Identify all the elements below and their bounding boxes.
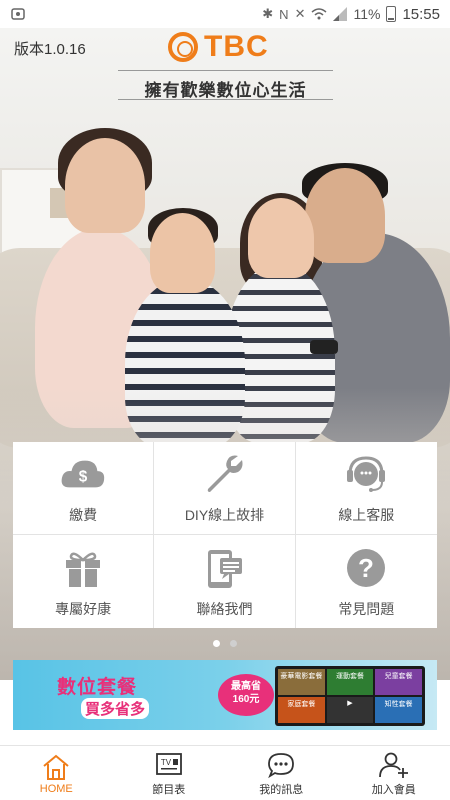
service-menu: $ 繳費 DIY線上故排 線上客服 專屬好康 聯絡我們 ? 常見問題: [13, 442, 437, 628]
menu-item-pay[interactable]: $ 繳費: [13, 442, 155, 535]
menu-label-faq: 常見問題: [338, 600, 395, 617]
bottom-nav: HOME TV 節目表 我的訊息 加入會員: [0, 745, 450, 800]
tv-guide-icon: TV: [153, 750, 185, 780]
pager-dot-1[interactable]: [213, 640, 220, 647]
app-version: 版本1.0.16: [14, 41, 86, 58]
status-clock: 15:55: [402, 5, 440, 23]
banner-subtitle: 買多省多: [81, 698, 150, 719]
svg-text:$: $: [79, 469, 88, 486]
hero-daughter-face: [248, 198, 314, 278]
promo-banner[interactable]: 數位套餐 買多省多 最高省 160元 豪華電影套餐 運動套餐 兒童套餐 家庭套餐…: [13, 660, 437, 730]
banner-price-value: 160元: [232, 694, 260, 705]
signal-icon: [333, 7, 348, 21]
banner-title: 數位套餐: [57, 677, 138, 698]
bluetooth-icon: ✱: [262, 6, 274, 21]
slogan-top-rule: [118, 70, 333, 71]
phone-chat-icon: [201, 545, 247, 591]
nav-join-member[interactable]: 加入會員: [338, 746, 450, 800]
nav-label-home: HOME: [39, 782, 73, 795]
tbc-logo-text: TBC: [204, 30, 269, 63]
carousel-pager: [0, 640, 450, 647]
slogan: 擁有歡樂數位心生活: [144, 81, 307, 100]
banner-tile: 豪華電影套餐: [278, 669, 325, 695]
banner-tile-play: ▶: [326, 697, 374, 723]
menu-label-support: 線上客服: [338, 507, 395, 523]
nav-label-tv-guide: 節目表: [152, 783, 186, 796]
wrench-icon: [201, 451, 247, 497]
banner-price-badge: 最高省 160元: [218, 674, 274, 716]
notification-icon: [11, 8, 25, 20]
pay-icon: $: [60, 451, 106, 497]
menu-label-pay: 繳費: [69, 507, 98, 523]
nfc-icon: N: [279, 6, 289, 22]
message-icon: [265, 750, 297, 780]
status-bar: ✱ N ✕ 11% 15:55: [0, 0, 450, 28]
nav-label-messages: 我的訊息: [259, 783, 304, 796]
menu-item-contact[interactable]: 聯絡我們: [154, 535, 296, 628]
banner-tile: 運動套餐: [326, 669, 374, 695]
headset-icon: [343, 451, 389, 497]
nav-home[interactable]: HOME: [0, 746, 113, 800]
pager-dot-2[interactable]: [230, 640, 237, 647]
nav-label-join-member: 加入會員: [371, 783, 416, 796]
home-icon: [40, 752, 72, 782]
svg-text:?: ?: [358, 553, 374, 583]
battery-percent: 11%: [353, 6, 381, 22]
menu-item-diy[interactable]: DIY線上故排: [154, 442, 296, 535]
add-member-icon: [378, 750, 410, 780]
status-right: ✱ N ✕ 11% 15:55: [262, 6, 440, 23]
menu-label-contact: 聯絡我們: [196, 600, 253, 617]
hero-father-face: [305, 168, 385, 263]
hero-mother-face: [65, 138, 145, 233]
banner-tile: 兒童套餐: [375, 669, 422, 695]
slogan-bottom-rule: [118, 99, 333, 100]
question-icon: ?: [343, 545, 389, 591]
battery-icon: [386, 6, 397, 22]
banner-tv-image: 豪華電影套餐 運動套餐 兒童套餐 家庭套餐 ▶ 知性套餐: [275, 666, 425, 726]
banner-tile: 知性套餐: [375, 697, 422, 723]
menu-label-diy: DIY線上故排: [184, 507, 265, 523]
banner-price-top: 最高省: [231, 681, 261, 692]
menu-item-offers[interactable]: 專屬好康: [13, 535, 155, 628]
status-left: [10, 6, 26, 22]
tv-guide-icon-text: TV: [161, 758, 172, 767]
tbc-logo-icon: [168, 32, 198, 62]
gift-icon: [60, 545, 106, 591]
nav-messages[interactable]: 我的訊息: [225, 746, 338, 800]
banner-tile: 家庭套餐: [278, 697, 325, 723]
nav-tv-guide[interactable]: TV 節目表: [113, 746, 226, 800]
hero-remote: [310, 340, 338, 354]
tbc-logo: TBC: [168, 30, 269, 64]
menu-label-offers: 專屬好康: [55, 600, 112, 617]
menu-item-faq[interactable]: ? 常見問題: [296, 535, 437, 628]
mute-icon: ✕: [294, 6, 306, 21]
wifi-icon: [311, 8, 327, 20]
hero-son-face: [150, 213, 215, 293]
menu-item-support[interactable]: 線上客服: [295, 442, 437, 535]
